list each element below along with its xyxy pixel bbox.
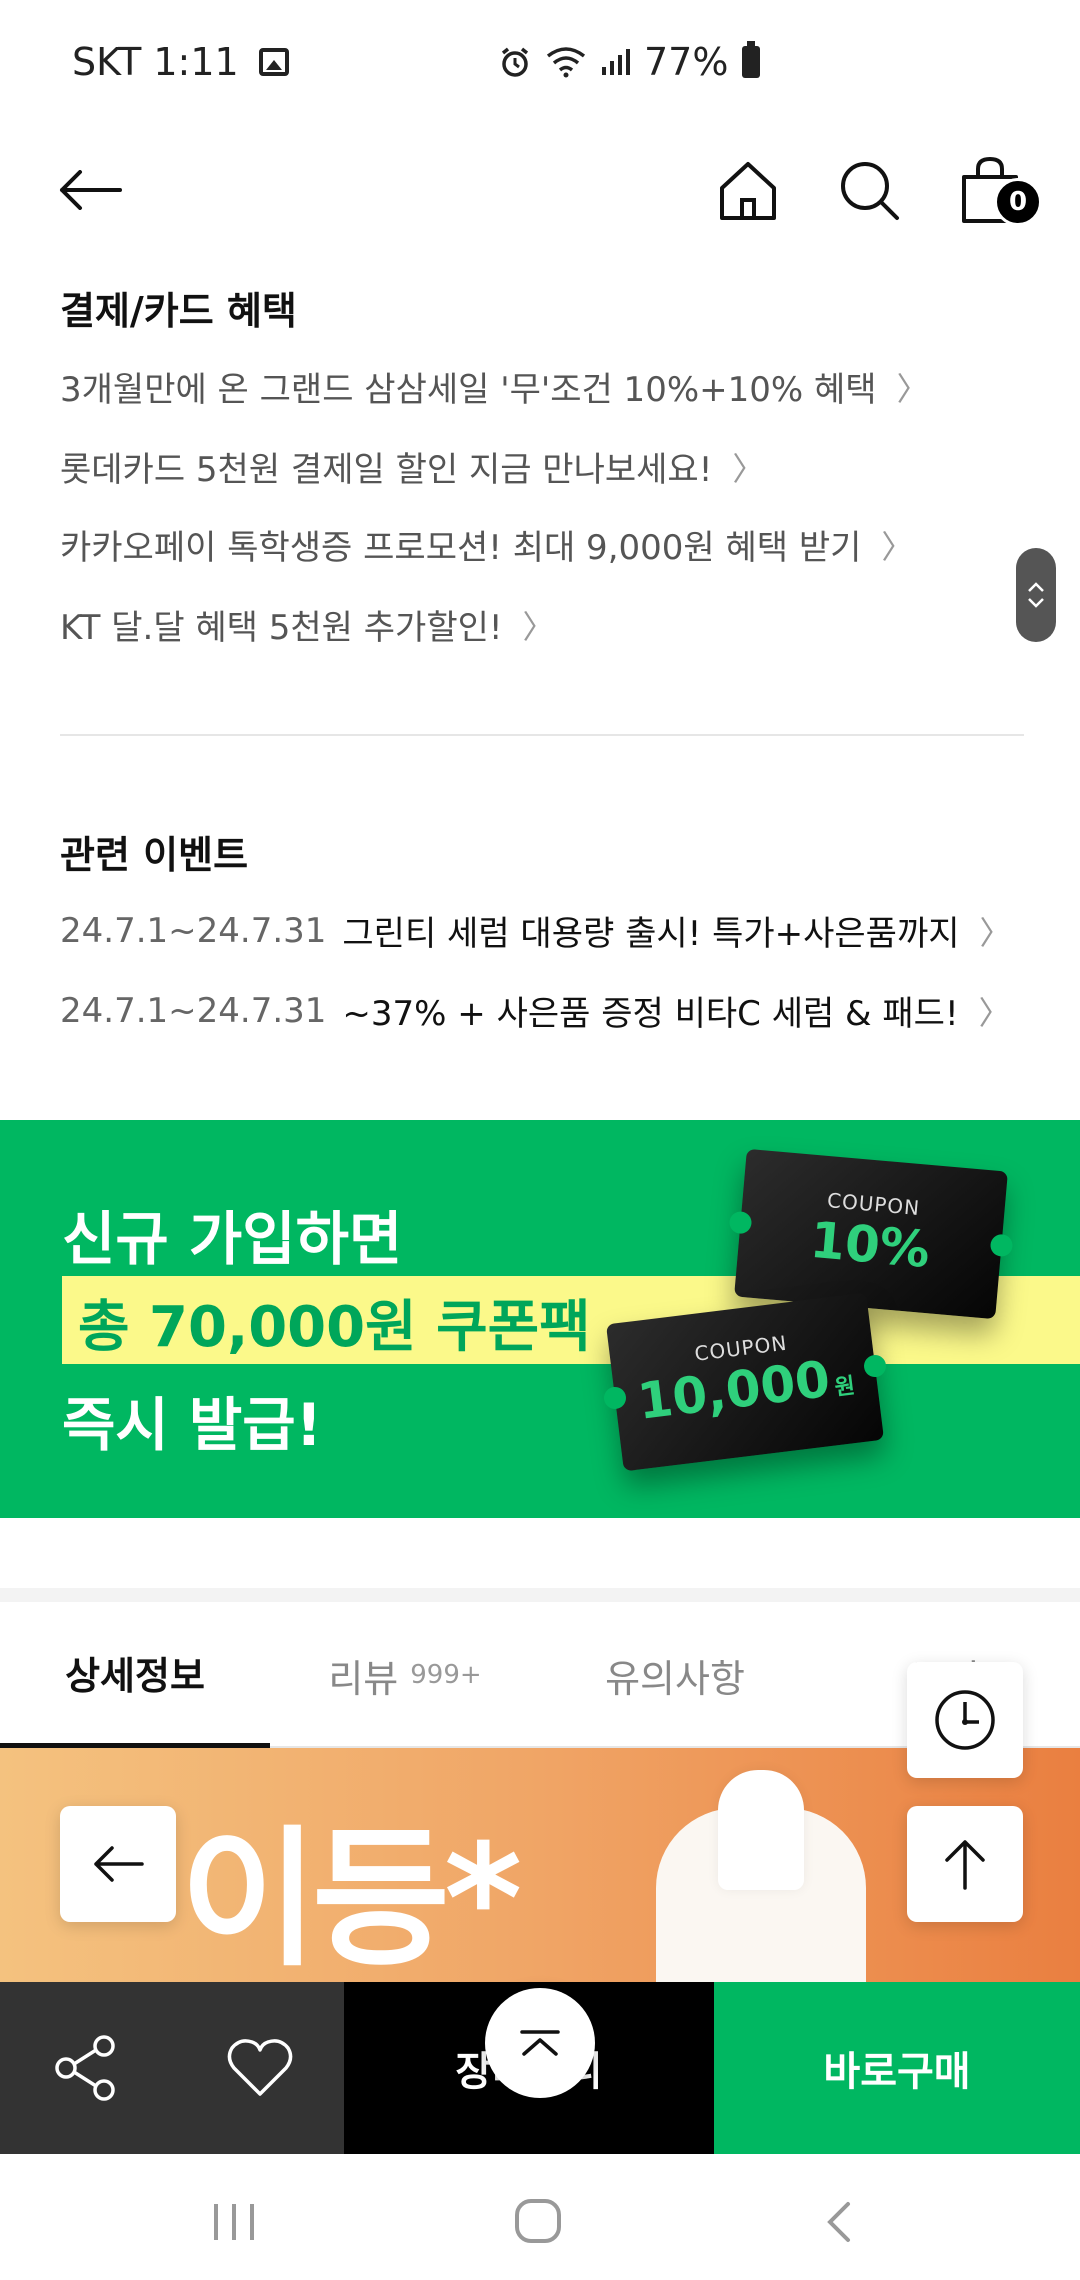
event-title: ~37% + 사은품 증정 비타C 세럼 & 패드!	[342, 994, 959, 1034]
search-icon	[841, 162, 899, 220]
banner-line-2: 총 70,000원 쿠폰팩	[78, 1295, 591, 1360]
status-bar: SKT 1:11 77%	[0, 0, 1080, 120]
top-navigation: 0	[0, 140, 1080, 240]
image-back-button[interactable]	[60, 1806, 176, 1922]
signal-icon	[602, 49, 630, 75]
event-item[interactable]: 24.7.1~24.7.31 ~37% + 사은품 증정 비타C 세럼 & 패드…	[60, 986, 1011, 1035]
event-date: 24.7.1~24.7.31	[60, 990, 327, 1031]
banner-line-3: 즉시 발급!	[62, 1391, 323, 1459]
event-item[interactable]: 24.7.1~24.7.31 그린티 세럼 대용량 출시! 특가+사은품까지 〉	[60, 906, 1012, 955]
benefit-item-label: 롯데카드 5천원 결제일 할인 지금 만나보세요!	[60, 450, 713, 490]
event-title: 그린티 세럼 대용량 출시! 특가+사은품까지	[342, 914, 960, 954]
tab-label: 유의사항	[605, 1656, 745, 1701]
arrow-up-icon	[945, 1840, 985, 1890]
chevron-right-icon: 〉	[896, 369, 929, 408]
tab-label: 상세정보	[65, 1654, 205, 1698]
benefit-item-label: 3개월만에 온 그랜드 삼삼세일 '무'조건 10%+10% 혜택	[60, 370, 877, 410]
section-gap	[0, 1588, 1080, 1602]
coupon-unit: 원	[833, 1373, 857, 1402]
tab-details[interactable]: 상세정보	[0, 1602, 270, 1748]
recent-apps-icon	[214, 2204, 254, 2240]
collapse-up-button[interactable]	[485, 1988, 595, 2098]
chevron-up-icon	[1028, 582, 1044, 592]
chevron-right-icon: 〉	[522, 607, 555, 646]
benefit-item[interactable]: 카카오페이 톡학생증 프로모션! 최대 9,000원 혜택 받기 〉	[60, 520, 913, 569]
cart-count-badge: 0	[994, 178, 1042, 226]
search-button[interactable]	[829, 150, 909, 230]
alarm-icon	[501, 47, 529, 77]
scroll-top-button[interactable]	[907, 1806, 1023, 1922]
product-dropper	[718, 1770, 804, 1890]
status-right: 77%	[498, 40, 761, 84]
chevron-right-icon: 〉	[978, 993, 1011, 1032]
benefit-item[interactable]: 롯데카드 5천원 결제일 할인 지금 만나보세요! 〉	[60, 442, 764, 491]
home-circle-icon	[515, 2199, 561, 2243]
product-image-text: 이등*	[180, 1813, 522, 1982]
arrow-left-icon	[94, 1846, 144, 1882]
chevron-right-icon: 〉	[732, 449, 765, 488]
back-system-button[interactable]	[824, 2200, 852, 2248]
buy-now-button[interactable]: 바로구매	[714, 1982, 1080, 2154]
event-date: 24.7.1~24.7.31	[60, 910, 327, 951]
wishlist-button[interactable]	[226, 2036, 294, 2100]
scroll-handle[interactable]	[1016, 548, 1056, 642]
signup-coupon-banner[interactable]: 신규 가입하면 총 70,000원 쿠폰팩 즉시 발급! COUPON 10% …	[0, 1120, 1080, 1518]
review-count: 999+	[410, 1660, 482, 1690]
recent-apps-button[interactable]	[210, 2202, 258, 2246]
cart-button[interactable]: 0	[950, 150, 1042, 230]
benefit-item-label: KT 달.달 혜택 5천원 추가할인!	[60, 608, 503, 648]
arrow-left-icon	[60, 170, 122, 210]
benefit-item[interactable]: 3개월만에 온 그랜드 삼삼세일 '무'조건 10%+10% 혜택 〉	[60, 362, 929, 411]
system-navigation-bar	[0, 2154, 1080, 2280]
coupon-percent: COUPON 10%	[734, 1148, 1008, 1320]
back-button[interactable]	[50, 150, 130, 230]
battery-percent: 77%	[644, 40, 729, 84]
coupon-amount: COUPON 10,000 원	[605, 1292, 885, 1472]
carrier-time: SKT 1:11	[72, 40, 239, 84]
chevron-right-icon: 〉	[881, 527, 914, 566]
home-button[interactable]	[708, 150, 788, 230]
benefit-item[interactable]: KT 달.달 혜택 5천원 추가할인! 〉	[60, 600, 555, 649]
benefit-item-label: 카카오페이 톡학생증 프로모션! 최대 9,000원 혜택 받기	[60, 528, 862, 568]
chevron-right-icon: 〉	[979, 913, 1012, 952]
status-left: SKT 1:11	[72, 40, 289, 84]
image-notification-icon	[258, 48, 289, 76]
battery-icon	[742, 41, 761, 78]
recent-view-button[interactable]	[907, 1662, 1023, 1778]
share-icon	[55, 2035, 115, 2101]
tab-notice[interactable]: 유의사항	[540, 1602, 810, 1748]
payment-benefits-title: 결제/카드 혜택	[60, 289, 297, 333]
banner-line-1: 신규 가입하면	[62, 1205, 403, 1273]
tab-reviews[interactable]: 리뷰 999+	[270, 1602, 540, 1748]
clock-icon	[935, 1690, 995, 1750]
chevron-down-icon	[1028, 598, 1044, 608]
back-chevron-icon	[827, 2202, 850, 2242]
action-bar-utilities	[0, 1982, 344, 2154]
chevron-up-double-icon	[520, 2030, 560, 2056]
tab-label: 리뷰	[328, 1656, 399, 1701]
section-divider	[60, 734, 1024, 736]
home-icon	[720, 162, 776, 220]
related-events-title: 관련 이벤트	[60, 833, 249, 877]
heart-icon	[227, 2039, 293, 2096]
buy-now-label: 바로구매	[823, 2049, 971, 2095]
home-system-button[interactable]	[514, 2198, 562, 2248]
wifi-icon	[546, 47, 586, 78]
share-button[interactable]	[52, 2034, 120, 2102]
